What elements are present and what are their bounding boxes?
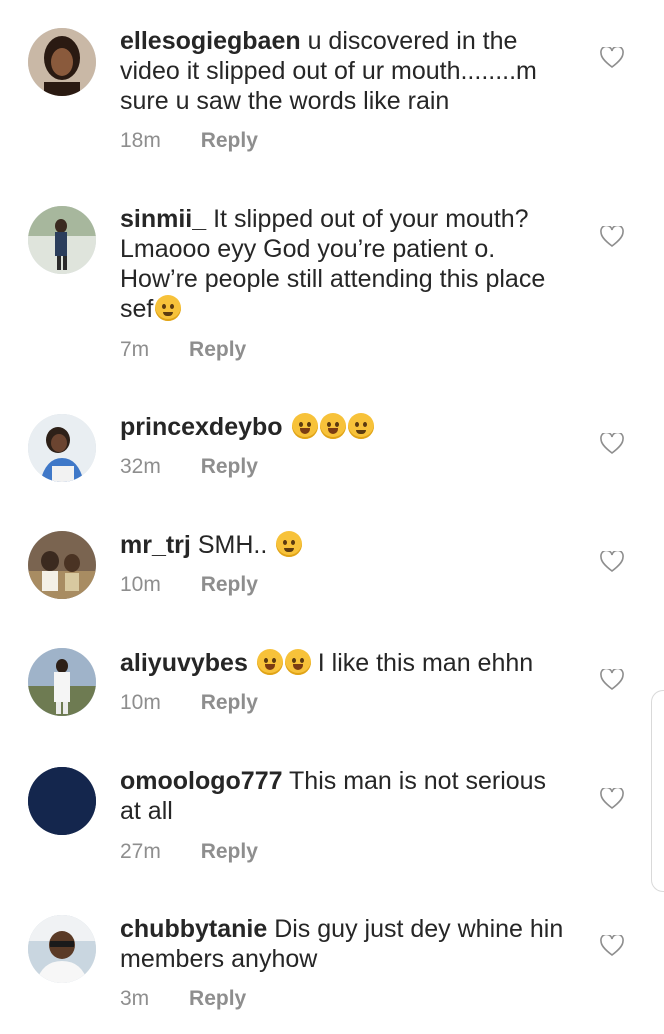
avatar[interactable]: [28, 414, 96, 482]
heart-outline-icon[interactable]: [600, 669, 624, 691]
reply-button[interactable]: Reply: [189, 987, 246, 1011]
comment-text: princexdeybo: [120, 412, 570, 442]
reply-button[interactable]: Reply: [201, 691, 258, 715]
woozy-face-emoji-icon: [155, 295, 182, 321]
comment-time: 32m: [120, 455, 161, 478]
comment-meta: 7m Reply: [120, 338, 246, 362]
reply-button[interactable]: Reply: [201, 840, 258, 864]
comment-time: 7m: [120, 338, 150, 361]
comment-body: SMH..: [197, 531, 268, 559]
comment-username[interactable]: ellesogiegbaen: [120, 27, 301, 55]
comment-meta: 18m Reply: [120, 129, 258, 153]
reply-button[interactable]: Reply: [201, 129, 258, 153]
comment-text: sinmii_ It slipped out of your mouth? Lm…: [120, 204, 570, 324]
comment-meta: 3m Reply: [120, 987, 246, 1011]
heart-outline-icon[interactable]: [600, 47, 624, 69]
weary-face-emoji-icon: [291, 413, 318, 439]
heart-outline-icon[interactable]: [600, 433, 624, 455]
comment-time: 10m: [120, 573, 161, 596]
avatar[interactable]: [28, 531, 96, 599]
comment-text: omoologo777 This man is not serious at a…: [120, 766, 570, 826]
comment-time: 18m: [120, 129, 161, 152]
heart-outline-icon[interactable]: [600, 551, 624, 573]
comment-username[interactable]: mr_trj: [120, 531, 191, 559]
comment-meta: 27m Reply: [120, 840, 258, 864]
comment-username[interactable]: chubbytanie: [120, 915, 267, 943]
heart-outline-icon[interactable]: [600, 935, 624, 957]
reply-button[interactable]: Reply: [201, 573, 258, 597]
comment-meta: 10m Reply: [120, 691, 258, 715]
comment-meta: 10m Reply: [120, 573, 258, 597]
comment-body: I like this man ehhn: [317, 649, 534, 677]
tears-of-joy-emoji-icon: [284, 649, 311, 675]
avatar[interactable]: [28, 767, 96, 835]
avatar[interactable]: [28, 28, 96, 96]
comment-time: 27m: [120, 840, 161, 863]
avatar[interactable]: [28, 648, 96, 716]
eye-roll-emoji-icon: [347, 413, 374, 439]
pensive-face-emoji-icon: [276, 531, 303, 557]
avatar[interactable]: [28, 206, 96, 274]
tears-of-joy-emoji-icon: [256, 649, 283, 675]
comment-meta: 32m Reply: [120, 455, 258, 479]
heart-outline-icon[interactable]: [600, 226, 624, 248]
reply-button[interactable]: Reply: [189, 338, 246, 362]
comment-username[interactable]: omoologo777: [120, 767, 283, 795]
comment-text: chubbytanie Dis guy just dey whine hin m…: [120, 914, 570, 974]
comment-username[interactable]: aliyuvybes: [120, 649, 248, 677]
comment-text: aliyuvybes I like this man ehhn: [120, 648, 570, 678]
comment-time: 3m: [120, 987, 150, 1010]
heart-outline-icon[interactable]: [600, 788, 624, 810]
comment-text: ellesogiegbaen u discovered in the video…: [120, 26, 570, 116]
comment-username[interactable]: sinmii_: [120, 205, 206, 233]
comment-text: mr_trj SMH..: [120, 530, 570, 560]
comment-username[interactable]: princexdeybo: [120, 413, 283, 441]
reply-button[interactable]: Reply: [201, 455, 258, 479]
weary-face-emoji-icon: [319, 413, 346, 439]
avatar[interactable]: [28, 915, 96, 983]
comment-time: 10m: [120, 691, 161, 714]
scrollbar[interactable]: [651, 690, 664, 892]
